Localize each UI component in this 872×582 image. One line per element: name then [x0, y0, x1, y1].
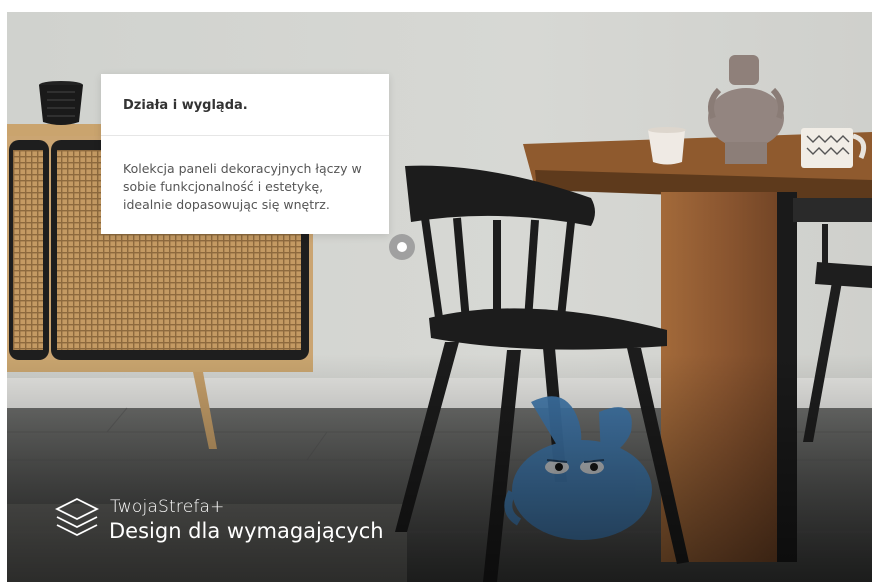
hotspot-button[interactable]: [389, 234, 415, 260]
card-body: Kolekcja paneli dekoracyjnych łączy w so…: [123, 161, 362, 212]
brand-name: TwojaStrefa+: [110, 497, 225, 517]
card-divider: [101, 135, 389, 136]
hotspot-dot-icon: [397, 242, 407, 252]
brand-tagline: Design dla wymagających: [109, 519, 384, 543]
info-card: Działa i wygląda. Kolekcja paneli dekora…: [101, 74, 389, 234]
card-title: Działa i wygląda.: [123, 98, 248, 113]
layers-stack-icon: [55, 497, 99, 537]
